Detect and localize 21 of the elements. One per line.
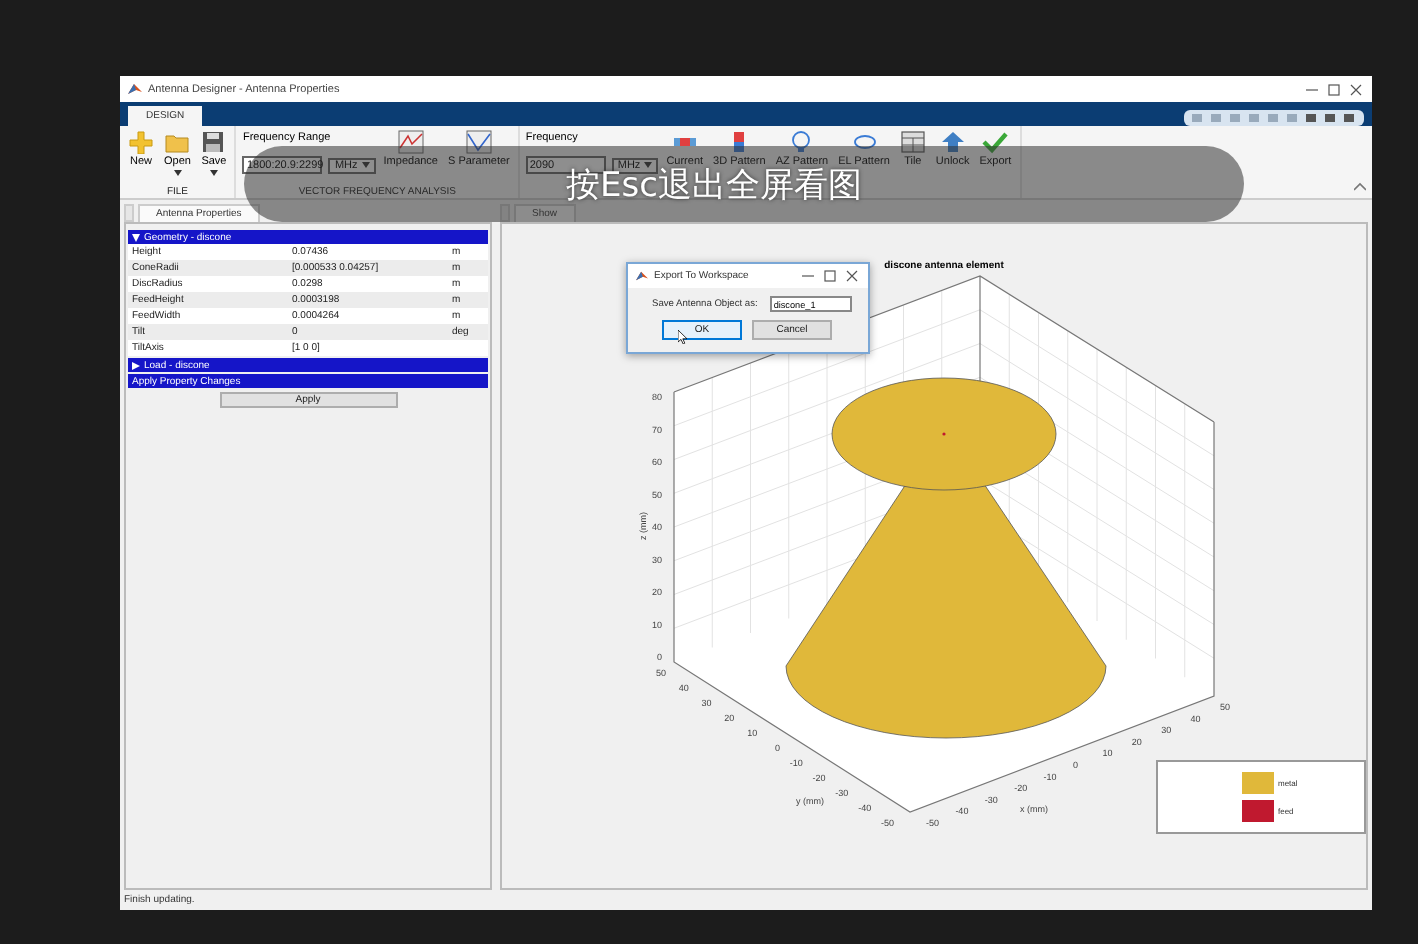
caret-right-icon [132, 361, 140, 369]
caret-icon [644, 162, 653, 168]
collapse-icon[interactable] [1354, 182, 1366, 192]
save-icon [200, 130, 227, 154]
ellipse-icon [851, 130, 878, 154]
app-logo-icon [128, 82, 142, 96]
checkmark-icon [982, 130, 1009, 154]
folder-icon [164, 130, 191, 154]
app-logo-icon [636, 270, 648, 282]
caret-icon [173, 170, 182, 176]
mouse-cursor-icon [678, 330, 688, 344]
grid-icon [899, 130, 926, 154]
close-icon[interactable] [1348, 81, 1364, 97]
caret-icon [361, 162, 370, 168]
maximize-icon[interactable] [1326, 81, 1342, 97]
lightbulb-icon [788, 130, 815, 154]
arrow-up-icon [939, 130, 966, 154]
close-icon[interactable] [844, 268, 860, 284]
plus-icon [128, 130, 154, 154]
caret-icon [209, 170, 218, 176]
maximize-icon[interactable] [822, 268, 838, 284]
